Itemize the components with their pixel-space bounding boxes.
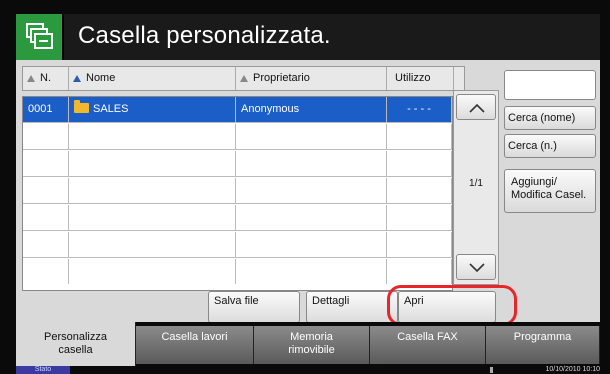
- folder-icon: [74, 100, 89, 113]
- cell-number: [23, 151, 69, 176]
- tab-label: Memoria: [290, 331, 333, 343]
- sort-triangle-icon: [73, 75, 81, 82]
- cell-owner: [236, 178, 387, 203]
- tab-bar: Personalizza casella Casella lavori Memo…: [16, 322, 600, 366]
- cell-owner: [236, 232, 387, 257]
- cell-owner: [236, 151, 387, 176]
- cell-number: [23, 178, 69, 203]
- table-body: 0001 SALES Anonymous - - - -: [22, 96, 453, 291]
- save-file-button[interactable]: Salva file: [208, 291, 300, 323]
- table-row[interactable]: [23, 232, 452, 258]
- table-row[interactable]: [23, 259, 452, 285]
- cell-owner: [236, 124, 387, 149]
- scroll-column: 1/1: [453, 90, 499, 285]
- table-row[interactable]: 0001 SALES Anonymous - - - -: [23, 97, 452, 123]
- tab-label: Programma: [513, 331, 572, 343]
- cell-usage: [387, 151, 452, 176]
- status-indicator-icon: [490, 367, 493, 373]
- cell-number: [23, 124, 69, 149]
- details-button[interactable]: Dettagli: [306, 291, 398, 323]
- table-header: N. Nome Proprietario Utilizzo: [22, 66, 465, 91]
- table-row[interactable]: [23, 205, 452, 231]
- table-row[interactable]: [23, 178, 452, 204]
- column-header-number[interactable]: N.: [23, 67, 69, 90]
- status-button[interactable]: Stato: [16, 366, 70, 374]
- cell-name: [69, 124, 236, 149]
- tab-label: casella: [58, 344, 93, 356]
- add-edit-box-button[interactable]: Aggiungi/ Modifica Casel.: [504, 169, 596, 213]
- cell-usage: - - - -: [387, 97, 452, 122]
- table-row[interactable]: [23, 124, 452, 150]
- search-by-number-button[interactable]: Cerca (n.): [504, 134, 596, 158]
- tab-removable-memory[interactable]: Memoria rimovibile: [254, 326, 370, 364]
- cell-name: [69, 205, 236, 230]
- cell-usage: [387, 232, 452, 257]
- cell-name: SALES: [69, 97, 236, 122]
- tab-label: rimovibile: [288, 344, 335, 356]
- search-by-name-button[interactable]: Cerca (nome): [504, 106, 596, 130]
- title-bar: Casella personalizzata.: [16, 14, 600, 60]
- cell-number: 0001: [23, 97, 69, 122]
- content-panel: N. Nome Proprietario Utilizzo 0001 SALES…: [16, 60, 600, 323]
- tab-program[interactable]: Programma: [486, 326, 600, 364]
- sort-triangle-icon: [27, 75, 35, 82]
- cell-owner: Anonymous: [236, 97, 387, 122]
- device-screen: Casella personalizzata. N. Nome Propriet…: [0, 0, 610, 374]
- add-edit-label-line2: Modifica Casel.: [511, 189, 587, 201]
- cell-usage: [387, 205, 452, 230]
- scroll-down-button[interactable]: [456, 254, 496, 280]
- column-header-owner[interactable]: Proprietario: [236, 67, 387, 90]
- column-header-name[interactable]: Nome: [69, 67, 236, 90]
- search-input[interactable]: [504, 70, 596, 100]
- chevron-down-icon: [469, 263, 485, 273]
- tab-fax-box[interactable]: Casella FAX: [370, 326, 486, 364]
- highlight-ring: [387, 285, 517, 326]
- page-title: Casella personalizzata.: [78, 22, 331, 49]
- cell-name: [69, 151, 236, 176]
- cell-number: [23, 259, 69, 284]
- tab-label: Casella lavori: [161, 331, 228, 343]
- tab-label: Casella FAX: [397, 331, 458, 343]
- cell-usage: [387, 124, 452, 149]
- scroll-up-button[interactable]: [456, 94, 496, 120]
- cell-number: [23, 232, 69, 257]
- tab-label: Personalizza: [44, 331, 107, 343]
- table-row[interactable]: [23, 151, 452, 177]
- box-stack-icon: [16, 14, 64, 60]
- cell-number: [23, 205, 69, 230]
- cell-usage: [387, 178, 452, 203]
- cell-name: [69, 178, 236, 203]
- cell-owner: [236, 259, 387, 284]
- cell-usage: [387, 259, 452, 284]
- status-datetime: 10/10/2010 10:10: [545, 366, 601, 373]
- cell-name: [69, 232, 236, 257]
- tab-custom-box[interactable]: Personalizza casella: [16, 322, 136, 366]
- cell-owner: [236, 205, 387, 230]
- page-indicator: 1/1: [469, 178, 483, 189]
- status-bar: Stato 10/10/2010 10:10: [0, 366, 610, 374]
- add-edit-label-line1: Aggiungi/: [511, 176, 557, 188]
- column-header-usage[interactable]: Utilizzo: [387, 67, 454, 90]
- chevron-up-icon: [469, 103, 485, 113]
- sort-triangle-icon: [240, 75, 248, 82]
- tab-job-box[interactable]: Casella lavori: [136, 326, 254, 364]
- cell-name: [69, 259, 236, 284]
